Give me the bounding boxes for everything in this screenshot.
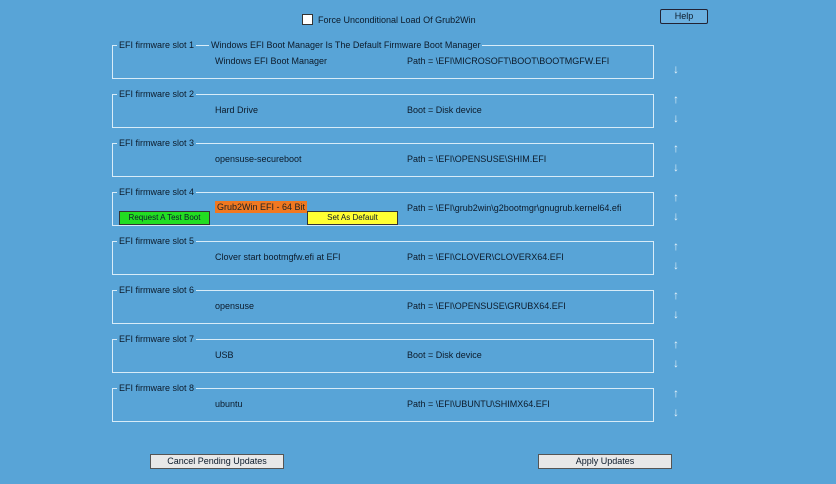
slot-name: opensuse: [215, 301, 255, 311]
default-manager-note: Windows EFI Boot Manager Is The Default …: [209, 40, 483, 50]
move-down-arrow-icon[interactable]: ↓: [670, 307, 682, 321]
move-up-arrow-icon[interactable]: ↑: [670, 386, 682, 400]
move-up-arrow-icon[interactable]: ↑: [670, 288, 682, 302]
firmware-slot-4: EFI firmware slot 4 Grub2Win EFI - 64 Bit…: [112, 187, 654, 226]
slot-name: ubuntu: [215, 399, 243, 409]
move-up-arrow-icon[interactable]: ↑: [670, 92, 682, 106]
slot-path: Boot = Disk device: [407, 105, 482, 115]
slot-name: Hard Drive: [215, 105, 259, 115]
slot-path: Boot = Disk device: [407, 350, 482, 360]
firmware-slot-2: EFI firmware slot 2 Hard Drive Boot = Disk…: [112, 89, 654, 128]
slot-label: EFI firmware slot 8: [117, 383, 197, 393]
move-down-arrow-icon[interactable]: ↓: [670, 405, 682, 419]
move-down-arrow-icon[interactable]: ↓: [670, 160, 682, 174]
slot-label: EFI firmware slot 5: [117, 236, 197, 246]
help-button[interactable]: Help: [660, 9, 708, 24]
slot-path: Path = \EFI\CLOVER\CLOVERX64.EFI: [407, 252, 564, 262]
firmware-slot-1: EFI firmware slot 1 Windows EFI Boot Mana…: [112, 40, 654, 79]
slot-name: opensuse-secureboot: [215, 154, 302, 164]
slot-path: Path = \EFI\OPENSUSE\GRUBX64.EFI: [407, 301, 566, 311]
slot-path: Path = \EFI\OPENSUSE\SHIM.EFI: [407, 154, 547, 164]
move-down-arrow-icon[interactable]: ↓: [670, 258, 682, 272]
slot-name: Grub2Win EFI - 64 Bit: [215, 201, 308, 213]
force-unconditional-load[interactable]: Force Unconditional Load Of Grub2Win: [302, 14, 476, 25]
slot-path: Path = \EFI\MICROSOFT\BOOT\BOOTMGFW.EFI: [407, 56, 610, 66]
firmware-slot-8: EFI firmware slot 8 ubuntu Path = \EFI\UBU…: [112, 383, 654, 422]
slot-label: EFI firmware slot 4: [117, 187, 197, 197]
slot-name: USB: [215, 350, 234, 360]
firmware-slot-6: EFI firmware slot 6 opensuse Path = \EFI\O…: [112, 285, 654, 324]
cancel-pending-updates-button[interactable]: Cancel Pending Updates: [150, 454, 284, 469]
slot-label: EFI firmware slot 7: [117, 334, 197, 344]
slot-name: Windows EFI Boot Manager: [215, 56, 328, 66]
set-as-default-button[interactable]: Set As Default: [307, 211, 398, 225]
move-down-arrow-icon[interactable]: ↓: [670, 209, 682, 223]
firmware-slot-7: EFI firmware slot 7 USB Boot = Disk device: [112, 334, 654, 373]
apply-updates-button[interactable]: Apply Updates: [538, 454, 672, 469]
move-up-arrow-icon[interactable]: ↑: [670, 239, 682, 253]
force-checkbox[interactable]: [302, 14, 313, 25]
slot-label: EFI firmware slot 1: [117, 40, 197, 50]
slot-label: EFI firmware slot 6: [117, 285, 197, 295]
slot-path: Path = \EFI\UBUNTU\SHIMX64.EFI: [407, 399, 550, 409]
slot-path: Path = \EFI\grub2win\g2bootmgr\gnugrub.k…: [407, 203, 622, 213]
slot-name: Clover start bootmgfw.efi at EFI: [215, 252, 341, 262]
move-down-arrow-icon[interactable]: ↓: [670, 356, 682, 370]
move-up-arrow-icon[interactable]: ↑: [670, 141, 682, 155]
move-up-arrow-icon[interactable]: ↑: [670, 190, 682, 204]
move-down-arrow-icon[interactable]: ↓: [670, 62, 682, 76]
slot-label: EFI firmware slot 3: [117, 138, 197, 148]
slot-label: EFI firmware slot 2: [117, 89, 197, 99]
move-up-arrow-icon[interactable]: ↑: [670, 337, 682, 351]
firmware-slot-3: EFI firmware slot 3 opensuse-secureboot Pa…: [112, 138, 654, 177]
request-test-boot-button[interactable]: Request A Test Boot: [119, 211, 210, 225]
firmware-slot-5: EFI firmware slot 5 Clover start bootmgfw…: [112, 236, 654, 275]
force-checkbox-label: Force Unconditional Load Of Grub2Win: [318, 14, 476, 25]
move-down-arrow-icon[interactable]: ↓: [670, 111, 682, 125]
